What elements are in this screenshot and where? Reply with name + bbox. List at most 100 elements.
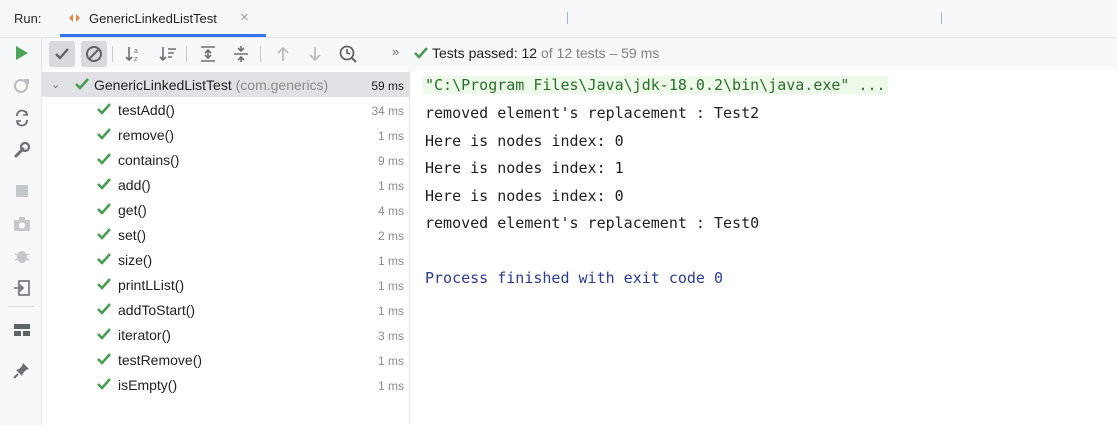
toggle-auto-test-button[interactable] <box>12 108 32 128</box>
suite-name: GenericLinkedListTest <box>94 77 232 93</box>
svg-text:a: a <box>134 48 138 55</box>
test-name: iterator() <box>118 327 171 343</box>
pin-icon <box>13 363 29 379</box>
toolbar-separator <box>8 306 34 307</box>
test-row[interactable]: contains() 9 ms <box>42 147 410 172</box>
test-duration: 3 ms <box>377 329 404 343</box>
test-row[interactable]: testRemove() 1 ms <box>42 347 410 372</box>
run-icon <box>16 46 28 60</box>
more-actions-icon[interactable]: » <box>392 44 399 59</box>
status-suffix: of 12 tests – 59 ms <box>540 45 660 61</box>
camera-icon <box>14 217 30 231</box>
import-results-button[interactable] <box>12 278 32 298</box>
test-duration: 1 ms <box>377 179 404 193</box>
test-duration: 1 ms <box>377 279 404 293</box>
bug-icon <box>14 251 30 263</box>
run-config-icon <box>69 14 80 22</box>
test-row[interactable]: add() 1 ms <box>42 172 410 197</box>
tree-root-label: GenericLinkedListTest (com.generics) <box>94 77 328 93</box>
settings-button[interactable] <box>12 140 32 160</box>
test-duration: 34 ms <box>371 104 404 118</box>
expand-all-button[interactable] <box>195 41 221 67</box>
test-duration: 1 ms <box>377 304 404 318</box>
test-row[interactable]: addToStart() 1 ms <box>42 297 410 322</box>
toolbar-separator <box>186 46 187 62</box>
tab-title: GenericLinkedListTest <box>89 11 217 26</box>
checkmark-icon <box>97 128 111 140</box>
arrow-down-icon <box>309 47 321 62</box>
test-row[interactable]: size() 1 ms <box>42 247 410 272</box>
sort-alphabetically-button[interactable]: az <box>121 41 147 67</box>
test-duration: 1 ms <box>377 354 404 368</box>
checkmark-icon <box>97 278 111 290</box>
checkmark-icon <box>55 48 69 60</box>
test-tree: ⌄ GenericLinkedListTest (com.generics) 5… <box>42 70 410 425</box>
close-icon[interactable]: × <box>240 9 249 26</box>
console-output[interactable]: "C:\Program Files\Java\jdk-18.0.2\bin\ja… <box>411 70 1117 425</box>
test-row[interactable]: remove() 1 ms <box>42 122 410 147</box>
test-row[interactable]: isEmpty() 1 ms <box>42 372 410 397</box>
test-toolbar: az » Tests passed: 12 of 12 tests – 59 m… <box>42 38 1117 70</box>
suite-package: (com.generics) <box>235 77 329 93</box>
tab-divider <box>567 12 568 24</box>
show-ignored-button[interactable] <box>81 41 107 67</box>
test-name: testRemove() <box>118 352 203 368</box>
svg-text:z: z <box>134 56 138 63</box>
test-name: remove() <box>118 127 175 143</box>
checkmark-icon <box>97 353 111 365</box>
checkmark-icon <box>97 103 111 115</box>
toolbar-separator <box>260 46 261 62</box>
test-duration: 1 ms <box>377 129 404 143</box>
test-row[interactable]: get() 4 ms <box>42 197 410 222</box>
show-passed-button[interactable] <box>49 41 75 67</box>
rerun-failed-button[interactable] <box>12 76 32 96</box>
checkmark-icon <box>97 153 111 165</box>
checkmark-icon <box>75 78 89 90</box>
test-duration: 4 ms <box>377 204 404 218</box>
checkmark-icon <box>97 378 111 390</box>
auto-test-icon <box>15 109 29 127</box>
process-exit-line: Process finished with exit code 0 <box>425 269 724 287</box>
test-name: get() <box>118 202 147 218</box>
test-row[interactable]: testAdd() 34 ms <box>42 97 410 122</box>
console-line: removed element's replacement : Test0 <box>425 214 760 232</box>
checkmark-icon <box>97 228 111 240</box>
console-line: Here is nodes index: 0 <box>425 132 624 150</box>
ignored-icon <box>86 46 102 62</box>
test-name: testAdd() <box>118 102 175 118</box>
test-name: size() <box>118 252 153 268</box>
debug-settings-button[interactable] <box>12 246 32 266</box>
checkmark-icon <box>97 253 111 265</box>
test-status: Tests passed: 12 of 12 tests – 59 ms <box>414 45 659 61</box>
snapshot-button[interactable] <box>12 214 32 234</box>
console-line: Here is nodes index: 0 <box>425 187 624 205</box>
test-row[interactable]: printLList() 1 ms <box>42 272 410 297</box>
collapse-all-button[interactable] <box>228 41 254 67</box>
import-icon <box>14 280 30 296</box>
stop-button[interactable] <box>12 181 32 201</box>
test-row[interactable]: iterator() 3 ms <box>42 322 410 347</box>
tab-generic-linked-list-test[interactable]: GenericLinkedListTest × <box>60 0 266 37</box>
collapse-all-icon <box>234 46 248 62</box>
layout-button[interactable] <box>12 320 32 340</box>
sort-alpha-icon: az <box>125 47 138 63</box>
left-toolbar <box>0 38 42 425</box>
arrow-up-icon <box>277 46 289 61</box>
console-command-line[interactable]: "C:\Program Files\Java\jdk-18.0.2\bin\ja… <box>423 76 888 94</box>
test-duration: 1 ms <box>377 379 404 393</box>
test-name: contains() <box>118 152 180 168</box>
test-name: add() <box>118 177 151 193</box>
pin-tab-button[interactable] <box>12 360 32 380</box>
rerun-button[interactable] <box>12 43 32 63</box>
test-row[interactable]: set() 2 ms <box>42 222 410 247</box>
chevron-down-icon[interactable]: ⌄ <box>51 78 60 91</box>
tree-root-row[interactable]: ⌄ GenericLinkedListTest (com.generics) 5… <box>42 72 410 97</box>
test-history-button[interactable] <box>335 41 361 67</box>
test-name: addToStart() <box>118 302 196 318</box>
sort-by-duration-button[interactable] <box>155 41 181 67</box>
clock-search-icon <box>339 45 357 63</box>
previous-failed-button[interactable] <box>270 41 296 67</box>
layout-icon <box>14 324 30 336</box>
rerun-failed-icon <box>14 79 29 93</box>
next-failed-button[interactable] <box>302 41 328 67</box>
